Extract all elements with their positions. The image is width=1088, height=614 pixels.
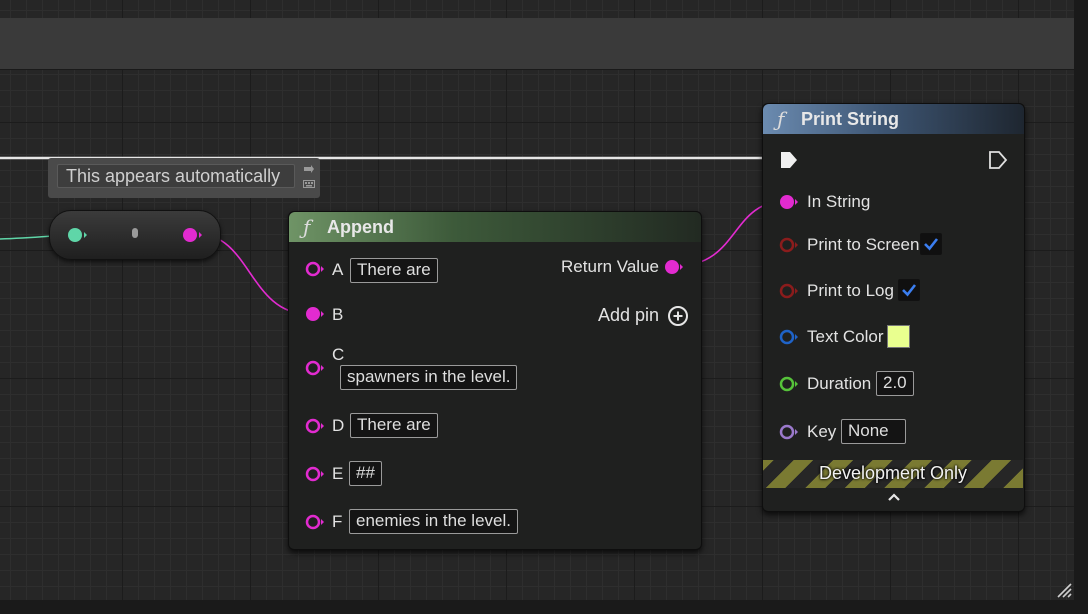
- string-output-pin-icon[interactable]: [181, 226, 203, 244]
- append-node-header[interactable]: ƒ Append: [289, 212, 701, 242]
- duration-label: Duration: [807, 374, 872, 393]
- pin-e-icon[interactable]: [304, 465, 326, 483]
- exec-output-pin-icon[interactable]: [988, 150, 1008, 170]
- print-string-header[interactable]: ƒ Print String: [763, 104, 1024, 134]
- text-color-label: Text Color: [807, 327, 884, 346]
- pin-e-value-input[interactable]: ##: [349, 461, 382, 486]
- pin-e-label: E: [332, 464, 344, 483]
- print-string-node[interactable]: ƒ Print String In String Print to Screen…: [762, 103, 1025, 512]
- add-pin-label[interactable]: Add pin: [598, 305, 659, 325]
- key-value-input[interactable]: None: [841, 419, 906, 444]
- reroute-handle-icon[interactable]: [131, 227, 139, 239]
- add-pin-icon[interactable]: [667, 305, 689, 327]
- append-node-title: Append: [327, 217, 394, 237]
- print-to-screen-pin-icon[interactable]: [779, 236, 799, 254]
- pin-f-label: F: [332, 512, 343, 531]
- pin-b-icon[interactable]: [304, 305, 326, 323]
- return-value-pin-icon[interactable]: [663, 258, 685, 276]
- text-color-pin-icon[interactable]: [779, 328, 799, 346]
- duration-pin-icon[interactable]: [779, 375, 799, 393]
- checkmark-icon: [902, 284, 917, 297]
- pin-a-icon[interactable]: [304, 260, 326, 278]
- pin-a-label: A: [332, 260, 344, 279]
- in-string-label: In String: [807, 192, 871, 211]
- pin-a-value-input[interactable]: There are: [350, 258, 438, 283]
- function-icon: ƒ: [303, 215, 311, 239]
- keyboard-icon[interactable]: [303, 179, 315, 189]
- pin-c-label: C: [332, 345, 345, 364]
- pin-b-label: B: [332, 305, 344, 324]
- wildcard-input-pin-icon[interactable]: [66, 226, 88, 244]
- return-value-label: Return Value: [561, 257, 659, 276]
- development-only-banner: Development Only: [763, 460, 1023, 488]
- function-icon: ƒ: [777, 107, 785, 131]
- pin-f-value-input[interactable]: enemies in the level.: [349, 509, 518, 534]
- pin-c-icon[interactable]: [304, 359, 326, 377]
- development-only-label: Development Only: [818, 463, 968, 483]
- pin-c-value-input[interactable]: spawners in the level.: [340, 365, 518, 390]
- print-to-screen-checkbox[interactable]: [920, 233, 942, 255]
- in-string-pin-icon[interactable]: [779, 193, 799, 211]
- pin-d-value-input[interactable]: There are: [350, 413, 438, 438]
- checkmark-icon: [924, 238, 939, 251]
- resize-grip-icon[interactable]: [1054, 580, 1072, 598]
- exec-input-pin-icon[interactable]: [779, 150, 799, 170]
- print-to-log-pin-icon[interactable]: [779, 282, 799, 300]
- pin-f-icon[interactable]: [304, 513, 326, 531]
- print-string-title: Print String: [801, 109, 899, 129]
- pin-icon[interactable]: [303, 164, 315, 174]
- print-to-log-checkbox[interactable]: [898, 279, 920, 301]
- print-to-screen-label: Print to Screen: [807, 235, 920, 254]
- text-color-swatch[interactable]: [887, 325, 910, 348]
- key-pin-icon[interactable]: [779, 423, 799, 441]
- chevron-up-icon[interactable]: [887, 492, 901, 502]
- reroute-node[interactable]: [49, 210, 221, 260]
- key-label: Key: [807, 422, 837, 441]
- tooltip-text: This appears automatically: [57, 164, 295, 188]
- duration-value-input[interactable]: 2.0: [876, 371, 914, 396]
- pin-d-icon[interactable]: [304, 417, 326, 435]
- pin-d-label: D: [332, 416, 345, 435]
- print-to-log-label: Print to Log: [807, 281, 894, 300]
- append-node[interactable]: ƒ Append A There are B C spawners in the…: [288, 211, 702, 550]
- reroute-tooltip: This appears automatically: [48, 158, 320, 198]
